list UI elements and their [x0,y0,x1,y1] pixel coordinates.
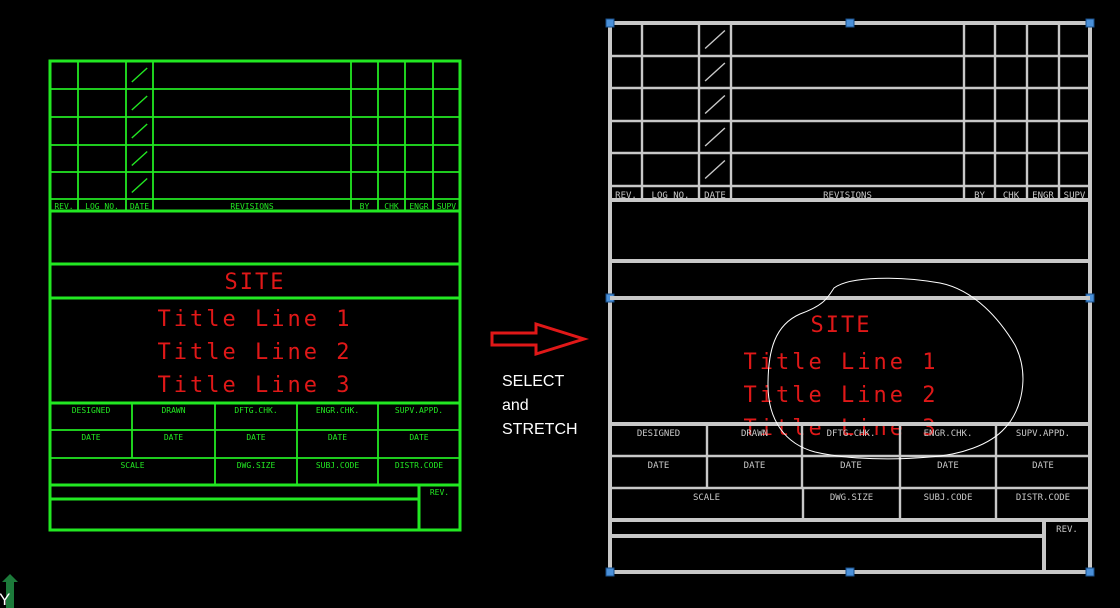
drawing-canvas[interactable]: REV. LOG NO. DATE REVISIONS BY CHK ENGR SUPV SIT… [0,0,1120,608]
instruction-line-2: and [502,397,529,414]
signoff-label: SUPV.APPD. [395,406,443,415]
slash-mark [131,123,148,139]
signoff-label: DFTG.CHK. [234,406,277,415]
signoff-label: DRAWN [161,406,185,415]
signoff-code-label: SUBJ.CODE [316,461,360,470]
revision-header-label: BY [974,191,985,201]
grip-handle[interactable] [1085,567,1095,577]
signoff-date-label: DATE [744,461,766,471]
revision-header-label: REV. [615,191,637,201]
rev-box-label: REV. [430,488,449,497]
revision-header-label: REVISIONS [823,191,872,201]
title-line-2: Title Line 2 [744,383,939,408]
revision-header-label: LOG NO. [652,191,690,201]
signoff-label: DESIGNED [637,429,680,439]
revision-header-label: SUPV [437,202,456,211]
site-label: SITE [811,313,872,338]
signoff-code-label: SCALE [120,461,144,470]
grip-handle[interactable] [845,567,855,577]
red-arrow-icon [490,321,590,357]
signoff-label: DESIGNED [72,406,111,415]
slash-mark [704,94,726,115]
instruction-text: SELECT and STRETCH [502,370,578,442]
signoff-code-label: SUBJ.CODE [924,493,973,503]
instruction-line-3: STRETCH [502,421,578,438]
rev-box-label: REV. [1056,525,1078,535]
signoff-label: SUPV.APPD. [1016,429,1070,439]
title-line-3: Title Line 3 [158,373,353,398]
signoff-code-label: DISTR.CODE [1016,493,1070,503]
grip-handle[interactable] [605,567,615,577]
outer-frame [48,59,462,532]
signoff-date-label: DATE [81,433,100,442]
ucs-y-icon: Y [0,574,18,608]
revision-header-label: CHK [384,202,399,211]
site-label: SITE [225,270,286,295]
slash-mark [704,62,726,82]
grip-handle[interactable] [605,18,615,28]
signoff-date-label: DATE [840,461,862,471]
signoff-date-label: DATE [937,461,959,471]
signoff-date-label: DATE [164,433,183,442]
signoff-date-label: DATE [1032,461,1054,471]
slash-mark [704,29,726,50]
revision-header-label: BY [360,202,370,211]
revision-header-label: DATE [130,202,149,211]
grip-handle[interactable] [845,18,855,28]
slash-mark [131,177,148,194]
revision-header-label: REVISIONS [230,202,274,211]
ucs-y-label: Y [0,590,10,608]
title-line-1: Title Line 1 [744,350,939,375]
slash-mark [131,67,148,83]
revision-header-label: DATE [704,191,726,201]
signoff-date-label: DATE [648,461,670,471]
signoff-code-label: DWG.SIZE [830,493,873,503]
slash-mark [704,159,726,180]
signoff-date-label: DATE [328,433,347,442]
signoff-label: ENGR.CHK. [924,429,973,439]
instruction-line-1: SELECT [502,373,565,390]
slash-mark [704,127,726,147]
signoff-date-label: DATE [246,433,265,442]
revision-header-label: ENGR [1032,191,1054,201]
signoff-label: DFTG.CHK. [827,429,876,439]
title-block-stretched[interactable]: REV. LOG NO. DATE REVISIONS BY CHK ENGR SUPV SIT… [605,18,1095,577]
signoff-code-label: DWG.SIZE [237,461,276,470]
signoff-date-label: DATE [409,433,428,442]
signoff-label: DRAWN [741,429,768,439]
revision-header-label: CHK [1003,191,1020,201]
revision-header-label: ENGR [409,202,428,211]
slash-mark [131,150,148,167]
title-line-1: Title Line 1 [158,307,353,332]
signoff-label: ENGR.CHK. [316,406,359,415]
signoff-code-label: DISTR.CODE [395,461,443,470]
title-block-original[interactable]: REV. LOG NO. DATE REVISIONS BY CHK ENGR SUPV SIT… [48,59,462,532]
revision-header-label: LOG NO. [85,202,119,211]
revision-header-label: REV. [54,202,73,211]
grip-handle[interactable] [1085,18,1095,28]
title-line-2: Title Line 2 [158,340,353,365]
revision-header-label: SUPV [1064,191,1086,201]
slash-mark [131,95,148,111]
signoff-code-label: SCALE [693,493,720,503]
